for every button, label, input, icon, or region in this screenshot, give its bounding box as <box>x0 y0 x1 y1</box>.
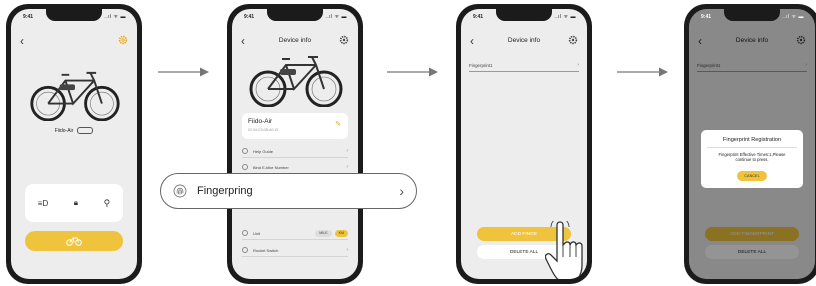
horn-icon[interactable]: ⚲ <box>104 198 111 209</box>
notch <box>724 9 780 21</box>
screen-fingerprint-registration: 9:41 ..ıl ᯤ ▬ ‹ Device info Fingerprint1… <box>689 9 815 279</box>
back-icon[interactable]: ‹ <box>20 35 24 47</box>
menu-item-unit: Unit MILE KM <box>242 227 348 240</box>
unit-km-option[interactable]: KM <box>334 229 348 237</box>
status-indicators: ..ıl ᯤ ▬ <box>104 14 126 20</box>
headlight-icon[interactable]: ≡D <box>38 199 48 208</box>
unit-icon <box>242 230 248 236</box>
flow-arrow-2 <box>387 67 438 77</box>
menu-item-rocket-switch[interactable]: Rocket Switch › <box>242 244 348 257</box>
status-time: 9:41 <box>23 14 34 20</box>
bike-small-icon <box>66 237 82 246</box>
tap-hand-icon <box>545 221 583 279</box>
cancel-button[interactable]: CANCEL <box>737 171 767 181</box>
device-name: Fiido-Air <box>248 118 273 125</box>
device-card: Fiido-Air 02:04:C5:0B:A0:15 ✎ <box>242 113 348 139</box>
edit-icon[interactable]: ✎ <box>335 120 341 128</box>
fingerprint-list-item[interactable]: Fingerprint1 › <box>469 59 579 72</box>
device-name-row[interactable]: Fiido-Air <box>11 127 137 134</box>
dialog-title: Fingerprint Registration <box>722 137 782 143</box>
notch <box>46 9 102 21</box>
status-indicators: ..ıl ᯤ ▬ <box>554 14 576 20</box>
chevron-right-icon: › <box>346 148 348 154</box>
phone-screen-3: 9:41 ..ıl ᯤ ▬ ‹ Device info Fingerprint1… <box>456 4 592 284</box>
phone-screen-4: 9:41 ..ıl ᯤ ▬ ‹ Device info Fingerprint1… <box>684 4 816 284</box>
bind-icon <box>242 164 248 170</box>
fingerprint-label: Fingerpring <box>197 185 253 197</box>
status-indicators: ..ıl ᯤ ▬ <box>782 14 804 20</box>
battery-icon <box>77 127 94 134</box>
registration-dialog: Fingerprint Registration Fingerprint Eff… <box>701 130 803 188</box>
notch <box>496 9 552 21</box>
dialog-message: Fingerprint Effective Times:1,Please con… <box>718 151 786 162</box>
status-time: 9:41 <box>244 14 255 20</box>
menu-item-help-guide[interactable]: Help Guide › <box>242 145 348 158</box>
unit-label: Unit <box>253 230 261 236</box>
phone-screen-1: 9:41 ..ıl ᯤ ▬ ‹ Fiido-Air ≡D 🔒︎ ⚲ <box>6 4 142 284</box>
help-icon <box>242 148 248 154</box>
settings-gear-icon[interactable] <box>339 35 349 45</box>
settings-gear-icon[interactable] <box>568 35 578 45</box>
control-panel: ≡D 🔒︎ ⚲ <box>25 184 123 222</box>
ride-button[interactable] <box>25 231 123 251</box>
flow-arrow-1 <box>158 67 209 77</box>
unit-mile-option[interactable]: MILE <box>315 229 332 237</box>
phone-screen-2: 9:41 ..ıl ᯤ ▬ ‹ Device info Fiido-Air 02… <box>227 4 363 284</box>
screen-home: 9:41 ..ıl ᯤ ▬ ‹ Fiido-Air ≡D 🔒︎ ⚲ <box>11 9 137 279</box>
chevron-right-icon: › <box>399 183 404 199</box>
chevron-right-icon: › <box>346 247 348 253</box>
chevron-right-icon: › <box>346 164 348 170</box>
flow-arrow-3 <box>617 67 668 77</box>
status-time: 9:41 <box>473 14 484 20</box>
chevron-right-icon: › <box>577 62 579 68</box>
lock-icon[interactable]: 🔒︎ <box>74 198 78 208</box>
bike-image <box>30 71 120 121</box>
device-name: Fiido-Air <box>54 127 74 134</box>
notch <box>267 9 323 21</box>
fingerprint-menu-callout[interactable]: Fingerpring › <box>160 173 417 209</box>
screen-device-info: 9:41 ..ıl ᯤ ▬ ‹ Device info Fiido-Air 02… <box>232 9 358 279</box>
status-time: 9:41 <box>701 14 712 20</box>
device-mac: 02:04:C5:0B:A0:15 <box>248 128 279 132</box>
screen-fingerprint-list: 9:41 ..ıl ᯤ ▬ ‹ Device info Fingerprint1… <box>461 9 587 279</box>
rocket-icon <box>242 247 248 253</box>
settings-gear-icon[interactable] <box>118 35 128 45</box>
fingerprint-icon <box>173 184 187 198</box>
status-indicators: ..ıl ᯤ ▬ <box>325 14 347 20</box>
bike-image <box>249 55 343 107</box>
